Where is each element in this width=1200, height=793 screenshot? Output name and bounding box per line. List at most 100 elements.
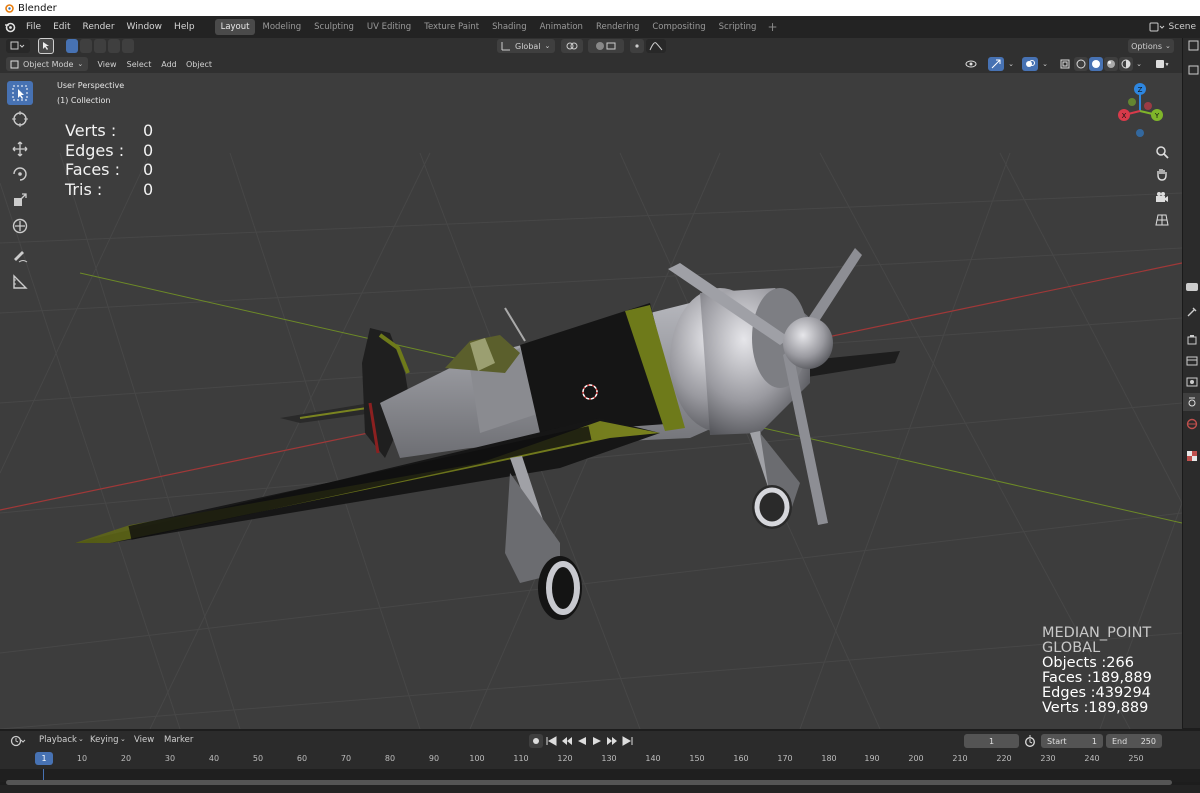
gizmo-toggle-icon[interactable] [988, 57, 1004, 71]
add-workspace-icon[interactable]: + [767, 20, 777, 34]
measure-tool[interactable] [7, 270, 33, 294]
rotate-tool[interactable] [7, 162, 33, 186]
cursor-tool[interactable] [7, 107, 33, 131]
pan-hand-icon[interactable] [1152, 164, 1172, 184]
menu-keying[interactable]: Keying [90, 735, 119, 745]
zoom-view-icon[interactable] [1152, 142, 1172, 162]
pivot-icon [566, 42, 578, 50]
play-icon[interactable] [591, 735, 603, 747]
current-frame-field[interactable]: 1 [964, 734, 1019, 748]
play-reverse-icon[interactable] [576, 735, 588, 747]
stopwatch-icon[interactable] [1024, 735, 1036, 747]
shading-material-icon[interactable] [1104, 57, 1118, 71]
tab-shading[interactable]: Shading [486, 19, 533, 35]
tab-layout[interactable]: Layout [214, 19, 256, 35]
falloff-dropdown[interactable] [646, 39, 666, 53]
chevron-down-icon: ⌄ [77, 60, 84, 68]
selection-mode-new-icon[interactable] [66, 39, 78, 53]
next-keyframe-icon[interactable] [606, 735, 618, 747]
selection-mode-intersect-icon[interactable] [122, 39, 134, 53]
output-properties-icon[interactable] [1186, 355, 1198, 367]
menu-edit[interactable]: Edit [47, 16, 76, 38]
scale-tool[interactable] [7, 188, 33, 212]
select-box-tool[interactable] [7, 81, 33, 105]
pivot-point-dropdown[interactable] [561, 39, 583, 53]
menu-view[interactable]: View [134, 735, 154, 745]
texture-properties-icon[interactable] [1186, 450, 1198, 462]
jump-end-icon[interactable] [621, 735, 633, 747]
tab-animation[interactable]: Animation [534, 19, 589, 35]
snapping-dropdown[interactable] [588, 39, 624, 53]
properties-editor-icon[interactable] [1185, 281, 1199, 293]
scene-properties-tab[interactable] [1183, 393, 1200, 411]
xray-toggle-icon[interactable] [1058, 57, 1072, 71]
menu-add[interactable]: Add [158, 57, 180, 71]
chevron-down-icon: ⌄ [120, 735, 126, 743]
mesh-stats: Verts : 0 Edges : 0 Faces : 0 Tris : 0 [65, 121, 153, 199]
tool-properties-icon[interactable] [1186, 306, 1198, 318]
transform-orientation-dropdown[interactable]: Global ⌄ [497, 39, 555, 53]
sidebar-toggle-dropdown[interactable] [1150, 57, 1174, 71]
tab-uv-editing[interactable]: UV Editing [361, 19, 417, 35]
timeline-ruler[interactable]: 1 10 20 30 40 50 60 70 80 90 100 110 120… [0, 751, 1200, 769]
tab-scripting[interactable]: Scripting [713, 19, 763, 35]
record-button[interactable] [529, 734, 543, 748]
stat-label: Edges : [65, 140, 125, 160]
playhead-frame-marker[interactable]: 1 [35, 752, 53, 765]
tab-rendering[interactable]: Rendering [590, 19, 645, 35]
tab-compositing[interactable]: Compositing [646, 19, 711, 35]
shading-wireframe-icon[interactable] [1074, 57, 1088, 71]
menu-help[interactable]: Help [168, 16, 201, 38]
select-tool-icon[interactable] [38, 38, 54, 54]
camera-view-icon[interactable] [1152, 187, 1172, 207]
shading-rendered-icon[interactable] [1119, 57, 1133, 71]
shading-dropdown-icon[interactable]: ⌄ [1134, 57, 1144, 71]
prev-keyframe-icon[interactable] [561, 735, 573, 747]
timeline-editor-type-icon[interactable] [6, 734, 30, 748]
tab-modeling[interactable]: Modeling [256, 19, 307, 35]
overlays-toggle-icon[interactable] [1022, 57, 1038, 71]
menu-render[interactable]: Render [77, 16, 121, 38]
scene-selector[interactable]: Scene [1149, 16, 1196, 38]
shading-solid-icon[interactable] [1089, 57, 1103, 71]
menu-select[interactable]: Select [124, 57, 154, 71]
perspective-toggle-icon[interactable] [1152, 210, 1172, 230]
tab-sculpting[interactable]: Sculpting [308, 19, 360, 35]
move-tool[interactable] [7, 137, 33, 161]
world-properties-icon[interactable] [1186, 418, 1198, 430]
outliner-filter-icon[interactable] [1187, 64, 1199, 76]
annotate-tool[interactable] [7, 244, 33, 268]
view-layer-properties-icon[interactable] [1186, 376, 1198, 388]
tab-texture-paint[interactable]: Texture Paint [418, 19, 485, 35]
overlays-dropdown-icon[interactable]: ⌄ [1039, 57, 1051, 71]
blender-menu-icon[interactable] [0, 16, 20, 38]
frame-tick-label: 150 [689, 754, 705, 763]
selection-mode-extend-icon[interactable] [80, 39, 92, 53]
jump-start-icon[interactable] [546, 735, 558, 747]
3d-viewport[interactable]: User Perspective (1) Collection Verts : 0… [0, 73, 1182, 729]
frame-tick-label: 110 [513, 754, 529, 763]
proportional-editing-toggle[interactable] [630, 39, 644, 53]
start-frame-field[interactable]: Start 1 [1041, 734, 1103, 748]
airplane-model[interactable] [75, 248, 900, 620]
end-frame-field[interactable]: End 250 [1106, 734, 1162, 748]
gizmo-dropdown-icon[interactable]: ⌄ [1005, 57, 1017, 71]
navigation-gizmo[interactable]: Z Y X [1112, 79, 1168, 139]
options-dropdown[interactable]: Options ⌄ [1128, 39, 1174, 53]
menu-marker[interactable]: Marker [164, 735, 193, 745]
current-frame-value: 1 [988, 736, 995, 746]
selection-mode-subtract-icon[interactable] [94, 39, 106, 53]
transform-tool[interactable] [7, 214, 33, 238]
editor-type-icon[interactable] [6, 39, 30, 53]
visibility-dropdown[interactable] [960, 57, 984, 71]
menu-object[interactable]: Object [184, 57, 214, 71]
render-properties-icon[interactable] [1186, 334, 1198, 346]
frame-tick-label: 70 [340, 754, 352, 763]
menu-window[interactable]: Window [121, 16, 169, 38]
menu-file[interactable]: File [20, 16, 47, 38]
menu-playback[interactable]: Playback [39, 735, 77, 745]
menu-view[interactable]: View [94, 57, 120, 71]
panel-split-icon[interactable] [1187, 38, 1199, 52]
mode-dropdown[interactable]: Object Mode ⌄ [6, 57, 88, 71]
selection-mode-invert-icon[interactable] [108, 39, 120, 53]
